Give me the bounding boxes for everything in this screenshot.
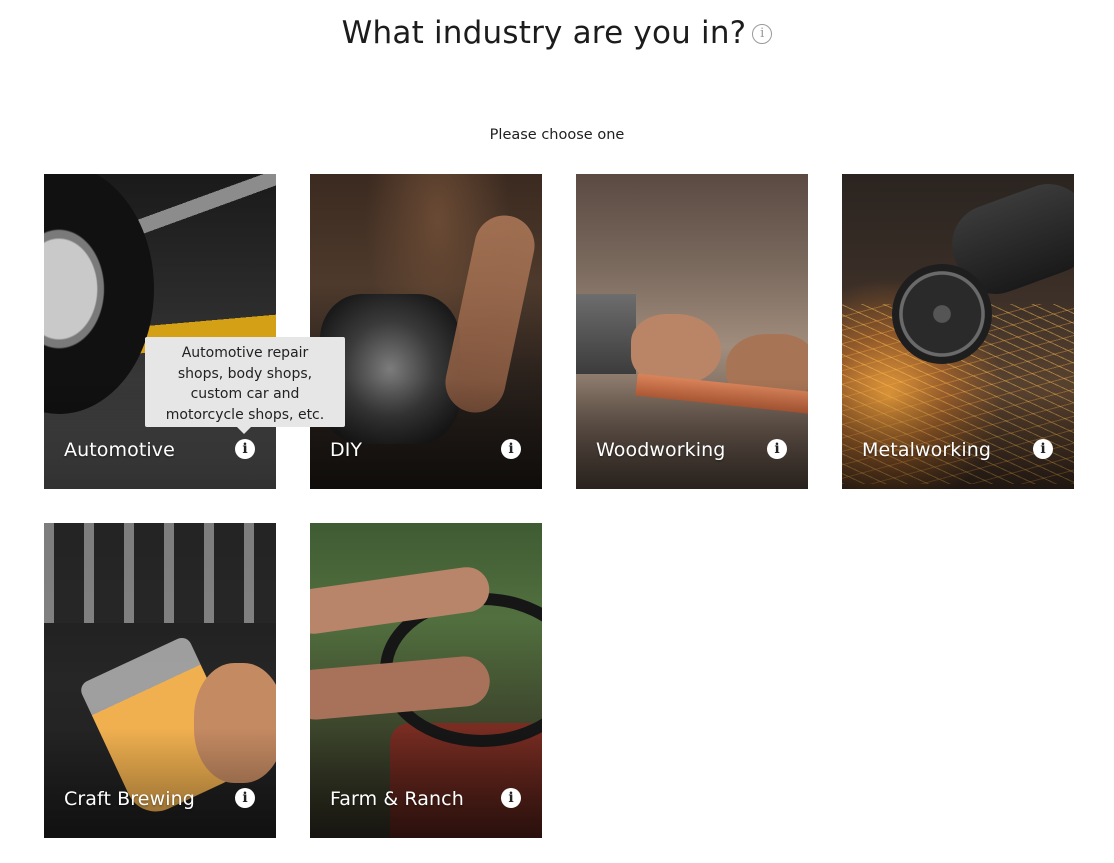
info-icon[interactable]: i: [767, 439, 787, 459]
card-label: Woodworking: [596, 439, 726, 461]
page-title: What industry are you in? i: [0, 14, 1114, 52]
industry-card-automotive[interactable]: Automotive i: [44, 174, 276, 489]
info-icon[interactable]: i: [752, 24, 773, 44]
card-label: Farm & Ranch: [330, 788, 464, 810]
tooltip-line: shops, body shops,: [177, 365, 313, 382]
tooltip-line: custom car and: [190, 386, 300, 402]
automotive-tooltip: Automotive repair shops, body shops, cus…: [145, 337, 345, 434]
card-label: Metalworking: [862, 439, 992, 461]
industry-card-diy[interactable]: DIY i: [310, 174, 542, 489]
industry-card-farm-ranch[interactable]: Farm & Ranch i: [310, 523, 542, 838]
industry-card-craft-brewing[interactable]: Craft Brewing i: [44, 523, 276, 838]
page-title-text: What industry are you in?: [341, 15, 747, 51]
subtitle: Please choose one: [489, 127, 625, 143]
card-label: Automotive: [64, 439, 175, 461]
tooltip-line: Automotive repair: [181, 345, 309, 361]
info-icon[interactable]: i: [501, 788, 521, 808]
info-icon[interactable]: i: [235, 439, 255, 459]
card-label: Craft Brewing: [64, 788, 195, 810]
info-icon[interactable]: i: [501, 439, 521, 459]
tooltip-arrow: [237, 427, 251, 434]
info-icon[interactable]: i: [1033, 439, 1053, 459]
industry-card-metalworking[interactable]: Metalworking i: [842, 174, 1074, 489]
industry-card-woodworking[interactable]: Woodworking i: [576, 174, 808, 489]
tooltip-line: motorcycle shops, etc.: [165, 406, 325, 423]
card-label: DIY: [330, 439, 363, 461]
info-icon[interactable]: i: [235, 788, 255, 808]
